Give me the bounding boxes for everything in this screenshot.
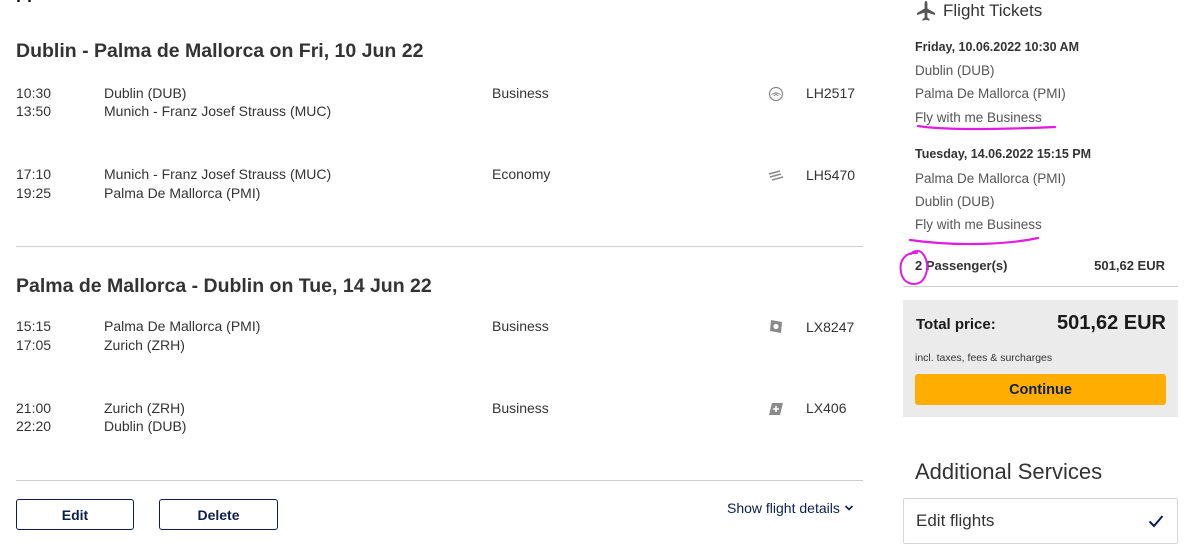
arrival-time: 13:50 <box>16 103 52 119</box>
additional-services-heading: Additional Services <box>915 459 1103 484</box>
total-price-value: 501,62 EUR <box>1057 312 1166 334</box>
origin-airport: Palma De Mallorca (PMI) <box>104 318 261 334</box>
arrival-time: 22:20 <box>16 418 52 434</box>
airplane-icon <box>917 1 935 21</box>
inbound-fare: Fly with me Business <box>915 217 1042 232</box>
checkmark-icon <box>1148 515 1164 528</box>
destination-airport: Zurich (ZRH) <box>104 337 185 353</box>
chevron-down-icon <box>844 505 853 511</box>
flight-tickets-label: Flight Tickets <box>943 1 1043 20</box>
cabin-class: Business <box>492 400 549 416</box>
departure-time: 17:10 <box>16 166 52 182</box>
outbound-destination: Palma De Mallorca (PMI) <box>915 86 1066 101</box>
leg-title-outbound: Dublin - Palma de Mallorca on Fri, 10 Ju… <box>16 40 424 62</box>
passengers-row: 2 Passenger(s) 501,62 EUR <box>915 258 1165 273</box>
outbound-fare: Fly with me Business <box>915 110 1042 125</box>
inbound-origin: Palma De Mallorca (PMI) <box>915 171 1066 186</box>
delete-button[interactable]: Delete <box>159 499 278 530</box>
flight-number: LX8247 <box>806 319 855 335</box>
leg-divider <box>16 246 863 247</box>
cabin-class: Business <box>492 318 549 334</box>
total-price-label: Total price: <box>916 316 996 333</box>
leg-title-return: Palma de Mallorca - Dublin on Tue, 14 Ju… <box>16 275 432 297</box>
flight-number: LX406 <box>806 400 847 416</box>
edit-flights-label: Edit flights <box>916 511 995 530</box>
total-price-note: incl. taxes, fees & surcharges <box>915 352 1053 364</box>
destination-airport: Munich - Franz Josef Strauss (MUC) <box>104 103 332 119</box>
flight-tickets-heading: Flight Tickets <box>915 0 1042 22</box>
show-flight-details-link[interactable]: Show flight details <box>727 500 854 516</box>
arrival-time: 19:25 <box>16 185 52 201</box>
flight-number: LH5470 <box>806 167 856 183</box>
inbound-datetime: Tuesday, 14.06.2022 15:15 PM <box>915 147 1092 161</box>
underline-annotation <box>908 236 1040 246</box>
destination-airport: Dublin (DUB) <box>104 418 187 434</box>
lufthansa-crane-icon <box>768 86 784 102</box>
departure-time: 10:30 <box>16 85 52 101</box>
inbound-destination: Dublin (DUB) <box>915 194 995 209</box>
cabin-class: Economy <box>492 166 551 182</box>
passengers-label: 2 Passenger(s) <box>915 258 1008 273</box>
outbound-datetime: Friday, 10.06.2022 10:30 AM <box>915 40 1079 54</box>
underline-annotation <box>916 124 1057 131</box>
outbound-origin: Dublin (DUB) <box>915 63 995 78</box>
passengers-text: Passenger(s) <box>922 258 1008 273</box>
origin-airport: Dublin (DUB) <box>104 85 187 101</box>
passengers-price: 501,62 EUR <box>1094 258 1165 273</box>
origin-airport: Zurich (ZRH) <box>104 400 185 416</box>
flight-number: LH2517 <box>806 85 856 101</box>
show-flight-details-label: Show flight details <box>727 500 840 516</box>
section-heading-cut: Fl <box>16 0 32 7</box>
origin-airport: Munich - Franz Josef Strauss (MUC) <box>104 166 332 182</box>
swiss-icon <box>769 403 783 415</box>
departure-time: 21:00 <box>16 400 52 416</box>
edit-button[interactable]: Edit <box>16 499 134 530</box>
leg-divider <box>16 480 863 481</box>
edelweiss-icon <box>770 320 782 333</box>
arrival-time: 17:05 <box>16 337 52 353</box>
cabin-class: Business <box>492 85 549 101</box>
departure-time: 15:15 <box>16 318 52 334</box>
destination-airport: Palma De Mallorca (PMI) <box>104 185 261 201</box>
summary-divider <box>903 286 1178 287</box>
eurowings-icon <box>768 170 784 181</box>
continue-button[interactable]: Continue <box>915 374 1166 405</box>
edit-flights-option[interactable]: Edit flights <box>903 498 1178 544</box>
